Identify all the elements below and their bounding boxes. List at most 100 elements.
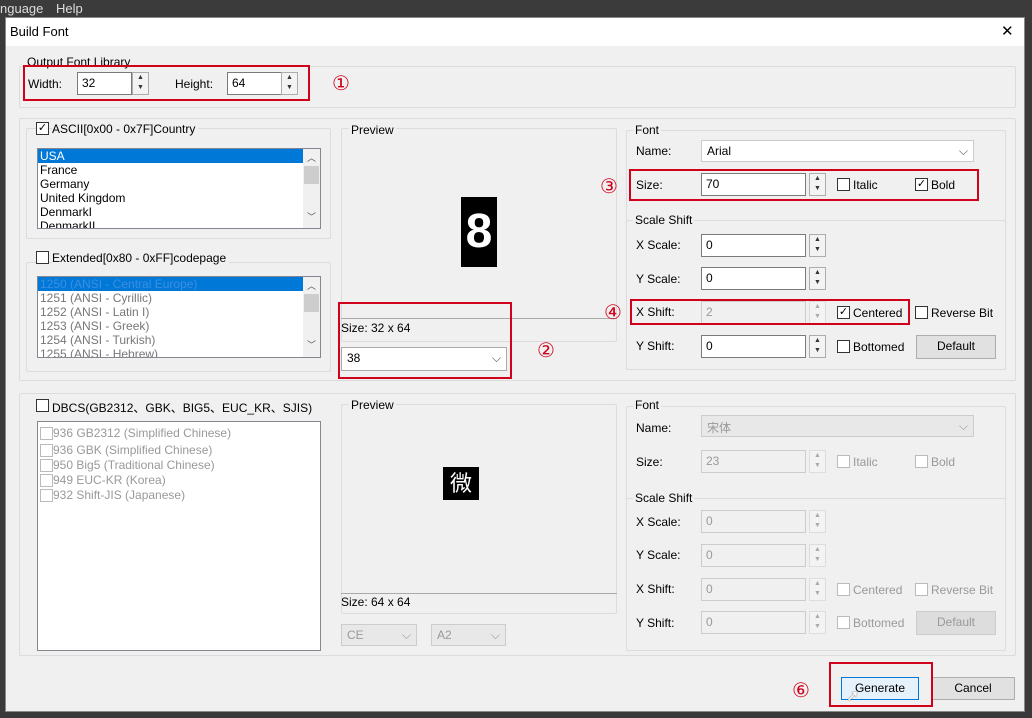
ascii-checkbox[interactable]: ✓ [36, 122, 49, 135]
font2-name-select[interactable]: 宋体 ⌵ [701, 415, 974, 437]
centered2-checkbox[interactable] [837, 583, 850, 596]
default-button[interactable]: Default [916, 335, 996, 359]
annotation-1: ① [332, 73, 350, 95]
checkbox[interactable] [40, 427, 53, 441]
dbcs-checkbox[interactable] [36, 399, 49, 412]
font-legend: Font [633, 123, 662, 137]
list-item[interactable]: 932 Shift-JIS (Japanese) [38, 488, 320, 503]
scrollbar[interactable]: ︿ ﹀ [303, 277, 320, 357]
item-label: 950 Big5 (Traditional Chinese) [53, 458, 215, 472]
list-item[interactable]: USA [38, 149, 320, 163]
item-label: 936 GBK (Simplified Chinese) [53, 443, 213, 457]
list-item[interactable]: 949 EUC-KR (Korea) [38, 473, 320, 488]
country-list[interactable]: USA France Germany United Kingdom Denmar… [37, 148, 321, 229]
x-shift2-label: X Shift: [636, 582, 675, 596]
chevron-down-icon: ⌵ [490, 628, 500, 642]
font2-legend: Font [633, 398, 662, 412]
list-item[interactable]: France [38, 163, 320, 177]
preview2-size: Size: 64 x 64 [341, 595, 411, 609]
font2-size-spinner[interactable]: ▲ ▼ [809, 450, 826, 473]
list-item[interactable]: 1253 (ANSI - Greek) [38, 319, 320, 333]
x-shift2-spinner[interactable]: ▲ ▼ [809, 578, 826, 601]
codepage-list[interactable]: 1250 (ANSI - Central Europe) 1251 (ANSI … [37, 276, 321, 358]
list-item[interactable]: 1250 (ANSI - Central Europe) [38, 277, 320, 291]
x-shift2-input[interactable]: 0 [701, 578, 806, 601]
font2-name-value: 宋体 [707, 421, 732, 435]
list-item[interactable]: 1251 (ANSI - Cyrillic) [38, 291, 320, 305]
glyph-preview: 8 [461, 197, 497, 267]
reverse-bit-checkbox[interactable] [915, 306, 928, 319]
cancel-button[interactable]: Cancel [931, 677, 1015, 700]
dbcs-list[interactable]: 936 GB2312 (Simplified Chinese) 936 GBK … [37, 421, 321, 651]
checkbox[interactable] [40, 489, 53, 503]
highlight-box-1 [23, 65, 310, 101]
bottomed2-checkbox[interactable] [837, 616, 850, 629]
highlight-box-3 [629, 169, 979, 201]
x-scale2-spinner[interactable]: ▲ ▼ [809, 510, 826, 533]
close-icon[interactable]: ✕ [1001, 22, 1014, 40]
list-item[interactable]: United Kingdom [38, 191, 320, 205]
menubar: nguage Help [0, 0, 1032, 17]
y-shift-input[interactable]: 0 [701, 335, 806, 358]
x-scale-label: X Scale: [636, 238, 681, 252]
list-item[interactable]: 936 GB2312 (Simplified Chinese) [38, 426, 320, 441]
italic2-checkbox[interactable] [837, 455, 850, 468]
list-item[interactable]: 936 GBK (Simplified Chinese) [38, 443, 320, 458]
size2-label: Size: [636, 455, 663, 469]
checkbox[interactable] [40, 459, 53, 473]
x-scale2-label: X Scale: [636, 515, 681, 529]
default2-button[interactable]: Default [916, 611, 996, 635]
menu-language[interactable]: nguage [0, 1, 43, 16]
extended-label: Extended[0x80 - 0xFF]codepage [52, 251, 230, 265]
checkbox[interactable] [40, 444, 53, 458]
y-shift2-spinner[interactable]: ▲ ▼ [809, 611, 826, 634]
bold2-label: Bold [931, 455, 956, 469]
name-label: Name: [636, 144, 672, 158]
preview-label: Preview [349, 123, 396, 137]
list-item[interactable]: DenmarkII [38, 219, 320, 228]
y-scale2-spinner[interactable]: ▲ ▼ [809, 544, 826, 567]
list-item[interactable]: DenmarkI [38, 205, 320, 219]
y-scale2-input[interactable]: 0 [701, 544, 806, 567]
x-scale2-input[interactable]: 0 [701, 510, 806, 533]
list-item[interactable]: 1252 (ANSI - Latin I) [38, 305, 320, 319]
mouse-cursor-icon: ➚ [846, 688, 860, 705]
code-high-select[interactable]: CE ⌵ [341, 624, 417, 646]
item-label: 932 Shift-JIS (Japanese) [53, 488, 186, 502]
font-name-value: Arial [707, 144, 732, 158]
scrollbar[interactable]: ︿ ﹀ [303, 149, 320, 228]
annotation-3: ③ [600, 176, 618, 198]
font2-size-input[interactable]: 23 [701, 450, 806, 473]
annotation-6: ⑥ [792, 680, 810, 702]
font-name-select[interactable]: Arial ⌵ [701, 140, 974, 162]
list-item[interactable]: 950 Big5 (Traditional Chinese) [38, 458, 320, 473]
bottomed-label: Bottomed [853, 340, 905, 354]
annotation-4: ④ [604, 302, 622, 324]
code-low-select[interactable]: A2 ⌵ [431, 624, 506, 646]
y-scale-spinner[interactable]: ▲ ▼ [809, 267, 826, 290]
y-shift2-input[interactable]: 0 [701, 611, 806, 634]
y-scale-input[interactable]: 0 [701, 267, 806, 290]
reverse-bit2-label: Reverse Bit [931, 583, 994, 597]
dialog-title: Build Font [10, 24, 69, 39]
x-scale-spinner[interactable]: ▲ ▼ [809, 234, 826, 257]
list-item[interactable]: 1254 (ANSI - Turkish) [38, 333, 320, 347]
extended-checkbox[interactable] [36, 251, 49, 264]
chevron-down-icon: ⌵ [958, 144, 968, 158]
bottomed-checkbox[interactable] [837, 340, 850, 353]
bold2-checkbox[interactable] [915, 455, 928, 468]
scale-shift-legend: Scale Shift [633, 213, 695, 227]
checkbox[interactable] [40, 474, 53, 488]
y-shift-spinner[interactable]: ▲ ▼ [809, 335, 826, 358]
y-scale-label: Y Scale: [636, 272, 681, 286]
y-shift2-label: Y Shift: [636, 616, 675, 630]
highlight-box-2 [338, 302, 512, 379]
code-low-value: A2 [437, 628, 452, 642]
divider [341, 593, 617, 594]
reverse-bit2-checkbox[interactable] [915, 583, 928, 596]
list-item[interactable]: 1255 (ANSI - Hebrew) [38, 347, 320, 357]
preview2-label: Preview [349, 398, 396, 412]
x-scale-input[interactable]: 0 [701, 234, 806, 257]
menu-help[interactable]: Help [56, 1, 83, 16]
list-item[interactable]: Germany [38, 177, 320, 191]
